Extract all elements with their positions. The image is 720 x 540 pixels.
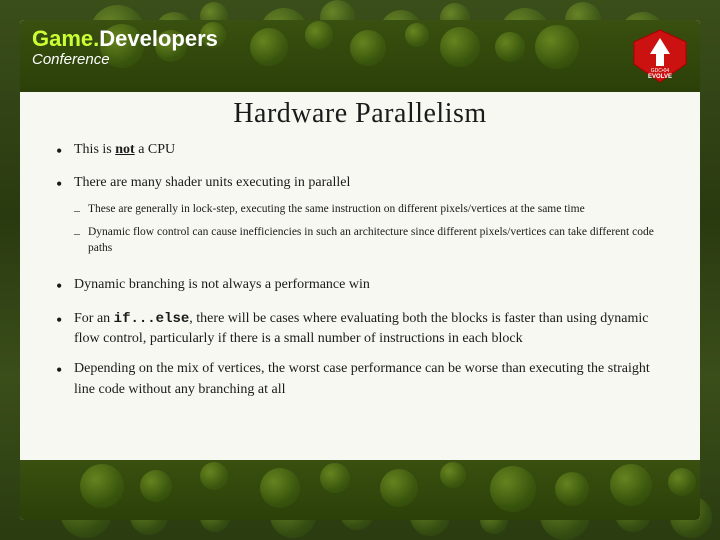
logo-developers: Developers (99, 26, 218, 51)
bullet-5-text: Depending on the mix of vertices, the wo… (74, 359, 664, 400)
evolve-badge: EVOLVE GDC•04 (632, 28, 688, 84)
bullet-4-before: For an (74, 311, 114, 326)
sub-bullets-2: – These are generally in lock-step, exec… (74, 201, 664, 262)
logo: Game.Developers Conference (32, 28, 218, 68)
bullet-4-code: if...else (114, 311, 190, 327)
sub-bullet-2-2: – Dynamic flow control can cause ineffic… (74, 224, 664, 256)
bottom-strip (20, 460, 700, 520)
bullet-1-marker: • (56, 140, 74, 163)
logo-conference: Conference (32, 51, 218, 68)
bullet-2-text: There are many shader units executing in… (74, 173, 350, 193)
bullet-item-5: • Depending on the mix of vertices, the … (56, 359, 664, 400)
bullet-1-before: This is (74, 142, 115, 157)
sub-dash-2: – (74, 225, 88, 242)
bullet-4-text: For an if...else, there will be cases wh… (74, 309, 664, 350)
bullet-item-2: • There are many shader units executing … (56, 173, 664, 265)
bullet-1-bold: not (115, 142, 134, 157)
bullet-item-4: • For an if...else, there will be cases … (56, 309, 664, 350)
bullet-item-1: • This is not a CPU (56, 140, 664, 163)
bullet-1-after: a CPU (135, 142, 175, 157)
logo-game-accent: Game. (32, 26, 99, 51)
svg-text:EVOLVE: EVOLVE (648, 74, 672, 80)
sub-bullet-2-1: – These are generally in lock-step, exec… (74, 201, 664, 219)
page-title: Hardware Parallelism (20, 98, 700, 130)
bullet-2-marker: • (56, 173, 74, 196)
svg-text:GDC•04: GDC•04 (651, 68, 670, 74)
bullet-item-3: • Dynamic branching is not always a perf… (56, 275, 664, 298)
bullet-3-text: Dynamic branching is not always a perfor… (74, 275, 664, 295)
bullet-4-marker: • (56, 309, 74, 332)
sub-text-2-2: Dynamic flow control can cause inefficie… (88, 224, 664, 256)
logo-game: Game.Developers (32, 26, 218, 51)
sub-dash-1: – (74, 202, 88, 219)
header-bar: Game.Developers Conference EVOLVE GDC•04 (20, 20, 700, 92)
bullet-3-marker: • (56, 275, 74, 298)
content-area: • This is not a CPU • There are many sha… (56, 140, 664, 455)
evolve-shield-icon: EVOLVE GDC•04 (632, 28, 688, 84)
bullet-1-text: This is not a CPU (74, 140, 664, 160)
sub-text-2-1: These are generally in lock-step, execut… (88, 201, 664, 217)
bullet-5-marker: • (56, 359, 74, 382)
slide: Game.Developers Conference EVOLVE GDC•04… (20, 20, 700, 520)
